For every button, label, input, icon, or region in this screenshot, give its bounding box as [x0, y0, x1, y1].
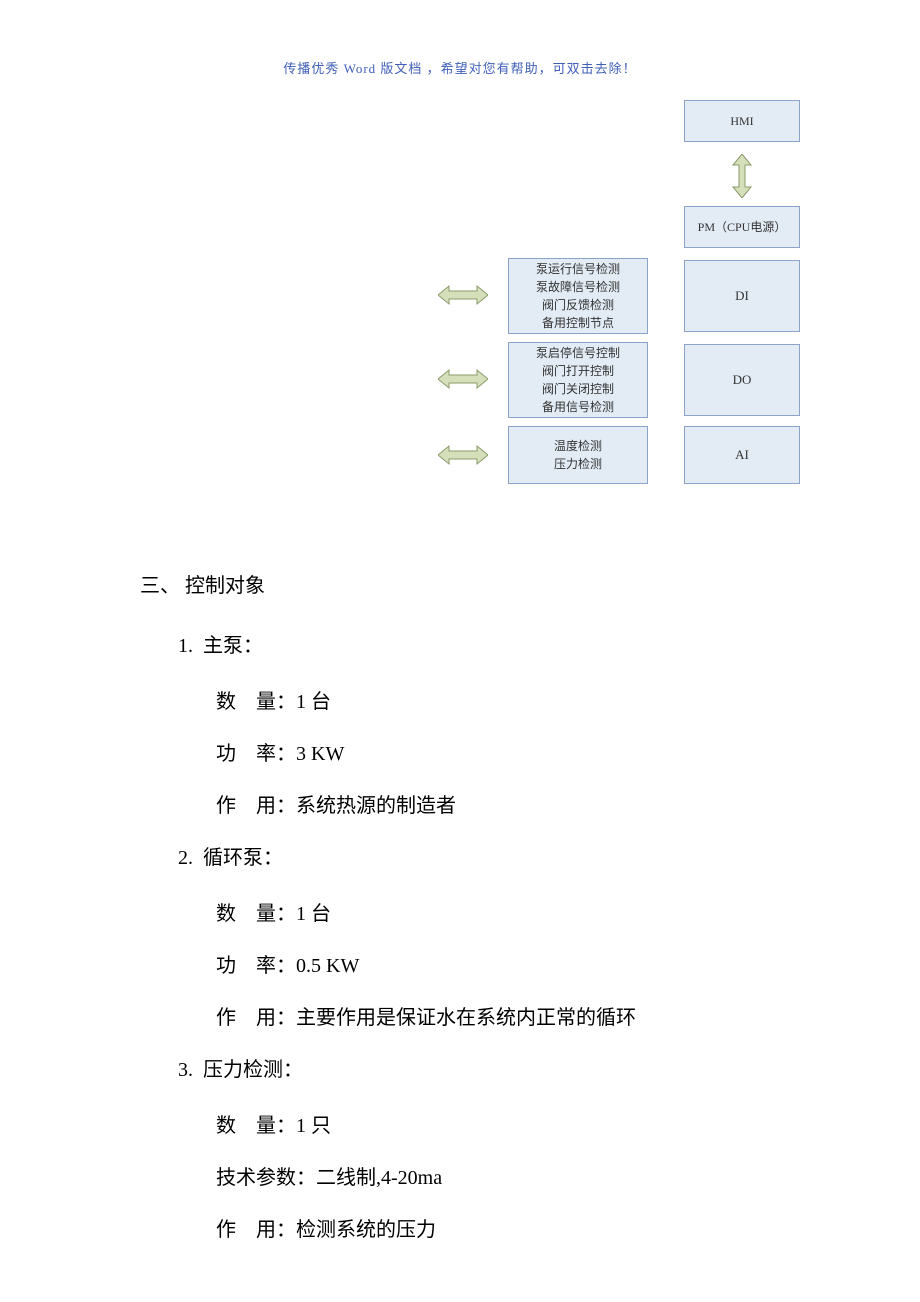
box-do-right: DO [684, 344, 800, 416]
item-detail: 技术参数：二线制,4-20ma [216, 1152, 780, 1204]
detail-value: 0.5 KW [296, 955, 359, 977]
box-do-left: 泵启停信号控制 阀门打开控制 阀门关闭控制 备用信号检测 [508, 342, 648, 418]
box-ai-right: AI [684, 426, 800, 484]
item-name: 主泵： [203, 635, 263, 657]
item-detail: 作 用：系统热源的制造者 [216, 780, 780, 832]
section-title: 三、 控制对象 [140, 560, 780, 612]
detail-label: 数 量： [216, 691, 296, 713]
arrow-horizontal-icon [438, 366, 488, 392]
ai-line: 温度检测 [554, 437, 602, 455]
item-name: 压力检测： [203, 1059, 303, 1081]
do-line: 备用信号检测 [542, 398, 614, 416]
box-di-left: 泵运行信号检测 泵故障信号检测 阀门反馈检测 备用控制节点 [508, 258, 648, 334]
detail-label: 作 用： [216, 795, 296, 817]
detail-value: 1 台 [296, 903, 331, 925]
item-detail: 作 用：检测系统的压力 [216, 1204, 780, 1256]
detail-label: 作 用： [216, 1219, 296, 1241]
di-line: 备用控制节点 [542, 314, 614, 332]
detail-label: 功 率： [216, 743, 296, 765]
item-num: 2. [178, 847, 193, 869]
header-note: 传播优秀 Word 版文档 ，希望对您有帮助，可双击去除！ [0, 58, 920, 77]
box-pm: PM（CPU电源） [684, 206, 800, 248]
detail-value: 系统热源的制造者 [296, 795, 456, 817]
do-line: 阀门关闭控制 [542, 380, 614, 398]
item-num: 3. [178, 1059, 193, 1081]
detail-value: 检测系统的压力 [296, 1219, 436, 1241]
detail-value: 1 台 [296, 691, 331, 713]
arrow-horizontal-icon [438, 282, 488, 308]
ai-line: 压力检测 [554, 455, 602, 473]
arrow-horizontal-icon [438, 442, 488, 468]
detail-label: 数 量： [216, 1115, 296, 1137]
item-heading: 2. 循环泵： [178, 832, 780, 884]
item-num: 1. [178, 635, 193, 657]
detail-label: 作 用： [216, 1007, 296, 1029]
item-detail: 数 量：1 只 [216, 1100, 780, 1152]
detail-value: 3 KW [296, 743, 344, 765]
item-heading: 3. 压力检测： [178, 1044, 780, 1096]
box-hmi: HMI [684, 100, 800, 142]
item-detail: 作 用：主要作用是保证水在系统内正常的循环 [216, 992, 780, 1044]
box-ai-left: 温度检测 压力检测 [508, 426, 648, 484]
item-heading: 1. 主泵： [178, 620, 780, 672]
do-line: 泵启停信号控制 [536, 344, 620, 362]
system-diagram: HMI PM（CPU电源） 泵运行信号检测 泵故障信号检测 阀门反馈检测 备用控… [280, 100, 800, 492]
detail-value: 主要作用是保证水在系统内正常的循环 [296, 1007, 636, 1029]
item-name: 循环泵： [203, 847, 283, 869]
content-body: 三、 控制对象 1. 主泵： 数 量：1 台 功 率：3 KW 作 用：系统热源… [140, 560, 780, 1256]
arrow-vertical-icon [727, 154, 757, 198]
box-di-right: DI [684, 260, 800, 332]
item-detail: 数 量：1 台 [216, 676, 780, 728]
detail-value: 二线制,4-20ma [316, 1167, 442, 1189]
di-line: 泵故障信号检测 [536, 278, 620, 296]
do-line: 阀门打开控制 [542, 362, 614, 380]
detail-label: 功 率： [216, 955, 296, 977]
item-detail: 功 率：3 KW [216, 728, 780, 780]
detail-label: 数 量： [216, 903, 296, 925]
di-line: 泵运行信号检测 [536, 260, 620, 278]
item-detail: 数 量：1 台 [216, 888, 780, 940]
detail-value: 1 只 [296, 1115, 331, 1137]
detail-label: 技术参数： [216, 1167, 316, 1189]
item-detail: 功 率：0.5 KW [216, 940, 780, 992]
di-line: 阀门反馈检测 [542, 296, 614, 314]
